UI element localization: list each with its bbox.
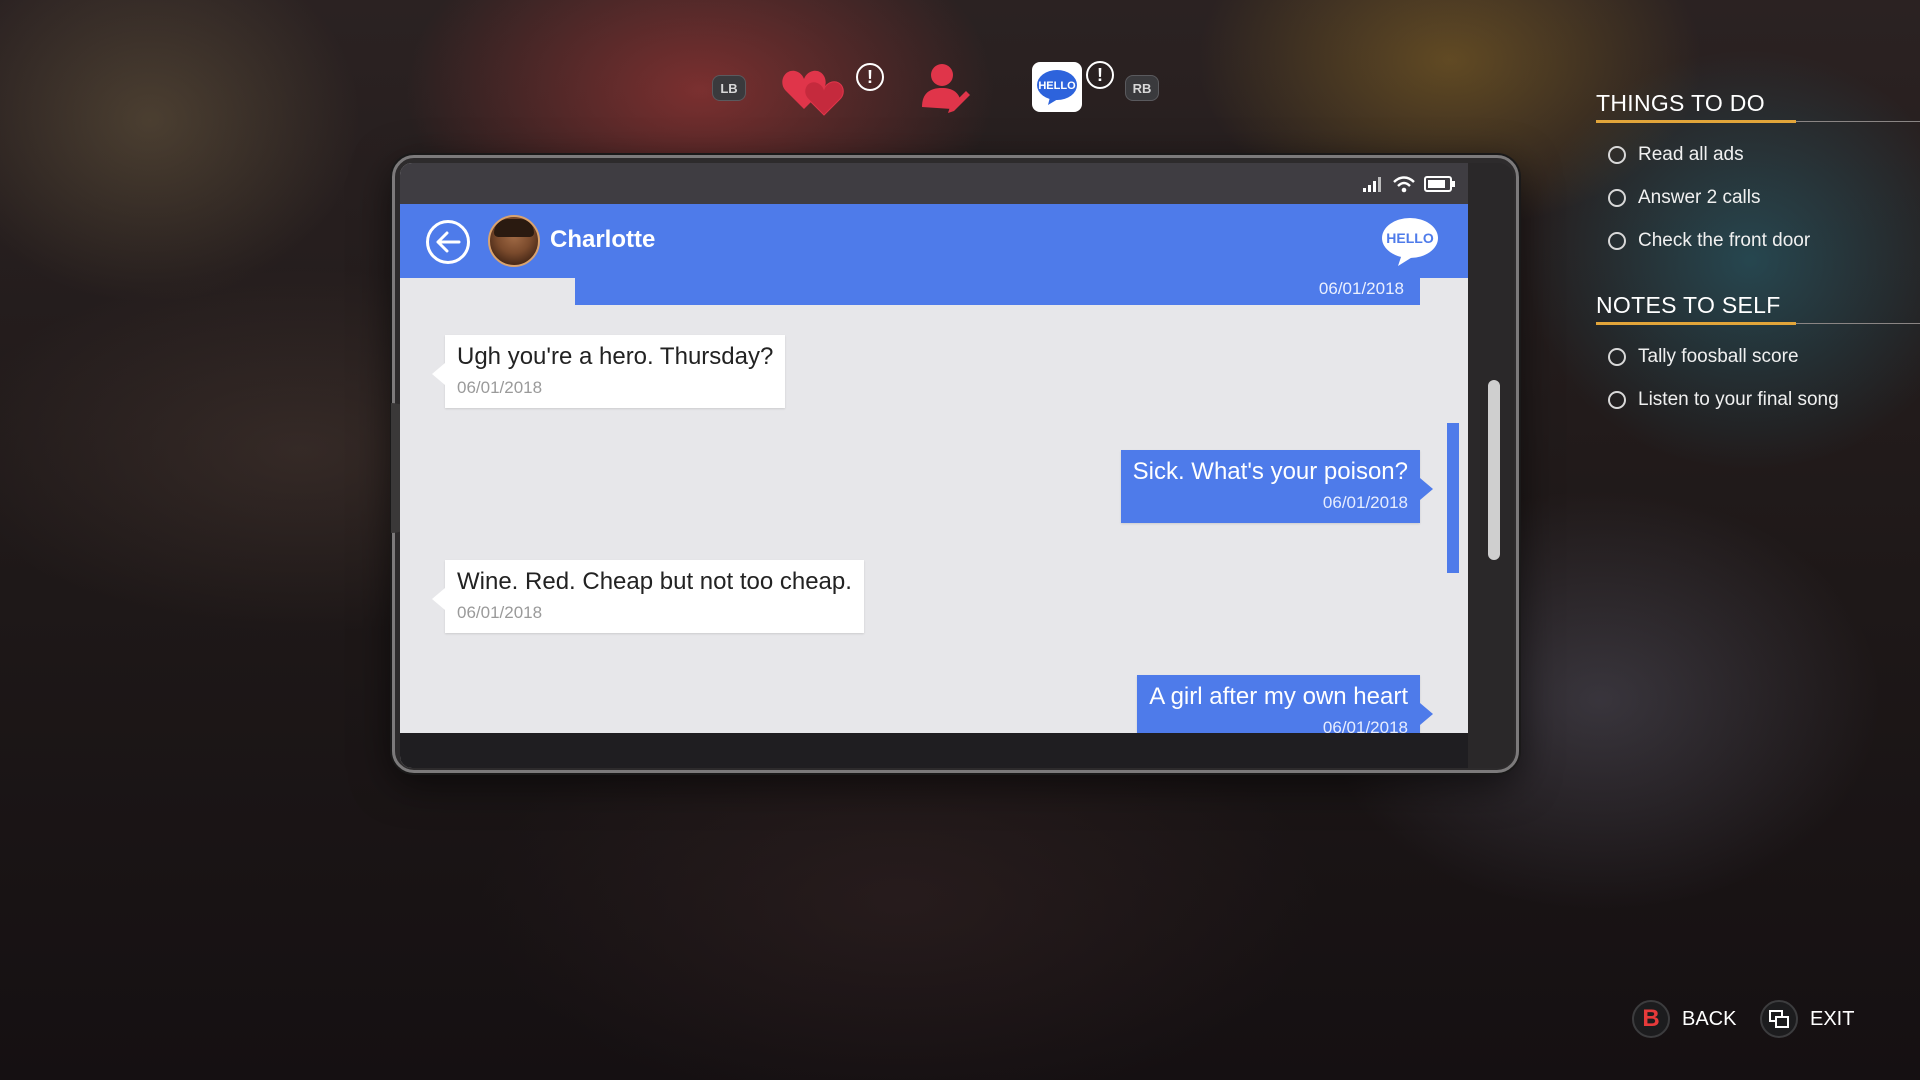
- task-item: Answer 2 calls: [1596, 176, 1920, 219]
- contacts-icon[interactable]: [918, 61, 974, 122]
- messages-alert-icon: !: [1086, 61, 1114, 89]
- phone-screen: Charlotte HELLO 06/01/2018 Ugh you're a …: [400, 163, 1468, 768]
- message-text: Sick. What's your poison?: [1132, 458, 1408, 485]
- note-label: Listen to your final song: [1638, 388, 1839, 410]
- message-list[interactable]: 06/01/2018 Ugh you're a hero. Thursday? …: [400, 278, 1468, 748]
- task-item: Check the front door: [1596, 219, 1920, 262]
- message-text: A girl after my own heart: [1149, 683, 1408, 710]
- back-label: BACK: [1682, 1007, 1737, 1030]
- battery-icon: [1424, 175, 1455, 192]
- notes-to-self-section: NOTES TO SELF Tally foosball score Liste…: [1596, 292, 1920, 421]
- hearts-alert-icon: !: [856, 63, 884, 91]
- b-button-icon: B: [1632, 1000, 1670, 1038]
- message-date: 06/01/2018: [457, 378, 543, 397]
- message-text: Wine. Red. Cheap but not too cheap.: [457, 568, 852, 595]
- back-arrow-icon: [436, 231, 461, 253]
- contact-avatar: [488, 215, 540, 267]
- phone-device: Charlotte HELLO 06/01/2018 Ugh you're a …: [391, 155, 1519, 773]
- note-label: Tally foosball score: [1638, 345, 1799, 367]
- contact-name: Charlotte: [550, 226, 656, 253]
- unchecked-circle-icon: [1608, 347, 1626, 366]
- hello-app-icon: HELLO: [1380, 216, 1440, 273]
- phone-edge-accent: [1447, 423, 1459, 573]
- previous-message-date: 06/01/2018: [575, 278, 1420, 305]
- objectives-panel: THINGS TO DO Read all ads Answer 2 calls…: [1596, 90, 1920, 451]
- message-incoming: Ugh you're a hero. Thursday? 06/01/2018: [431, 335, 786, 408]
- back-arrow-button[interactable]: [426, 220, 470, 264]
- message-date: 06/01/2018: [457, 603, 543, 622]
- hello-tab-label: HELLO: [1038, 80, 1076, 92]
- hearts-icon[interactable]: [780, 65, 854, 122]
- message-date: 06/01/2018: [1322, 493, 1408, 512]
- task-item: Read all ads: [1596, 133, 1920, 176]
- task-label: Read all ads: [1638, 143, 1744, 165]
- back-control[interactable]: B BACK: [1632, 1000, 1736, 1038]
- hello-messages-icon: HELLO: [1037, 70, 1077, 105]
- exit-control[interactable]: EXIT: [1760, 1000, 1854, 1038]
- unchecked-circle-icon: [1608, 145, 1626, 164]
- signal-icon: [1363, 176, 1381, 192]
- lb-bumper-button[interactable]: LB: [712, 75, 746, 101]
- exit-label: EXIT: [1810, 1007, 1855, 1030]
- chat-header: Charlotte HELLO: [400, 204, 1468, 278]
- task-label: Answer 2 calls: [1638, 186, 1761, 208]
- message-outgoing: Sick. What's your poison? 06/01/2018: [1120, 450, 1434, 523]
- status-bar: [400, 163, 1468, 204]
- note-item: Tally foosball score: [1596, 335, 1920, 378]
- notes-to-self-title: NOTES TO SELF: [1596, 292, 1920, 325]
- note-item: Listen to your final song: [1596, 378, 1920, 421]
- message-scrollbar[interactable]: [1488, 380, 1500, 560]
- message-text: Ugh you're a hero. Thursday?: [457, 343, 774, 370]
- unchecked-circle-icon: [1608, 188, 1626, 207]
- message-incoming: Wine. Red. Cheap but not too cheap. 06/0…: [432, 560, 864, 633]
- hello-badge-label: HELLO: [1386, 230, 1434, 246]
- unchecked-circle-icon: [1608, 231, 1626, 250]
- things-to-do-title: THINGS TO DO: [1596, 90, 1920, 123]
- wifi-icon: [1393, 175, 1415, 192]
- rb-bumper-button[interactable]: RB: [1125, 75, 1159, 101]
- hello-messages-tab[interactable]: HELLO: [1032, 62, 1082, 112]
- message-input-bar: [400, 733, 1468, 768]
- task-label: Check the front door: [1638, 229, 1811, 251]
- view-button-icon: [1760, 1000, 1798, 1038]
- unchecked-circle-icon: [1608, 390, 1626, 409]
- things-to-do-section: THINGS TO DO Read all ads Answer 2 calls…: [1596, 90, 1920, 262]
- phone-tab-bar: LB ! HELLO ! RB: [700, 55, 1180, 125]
